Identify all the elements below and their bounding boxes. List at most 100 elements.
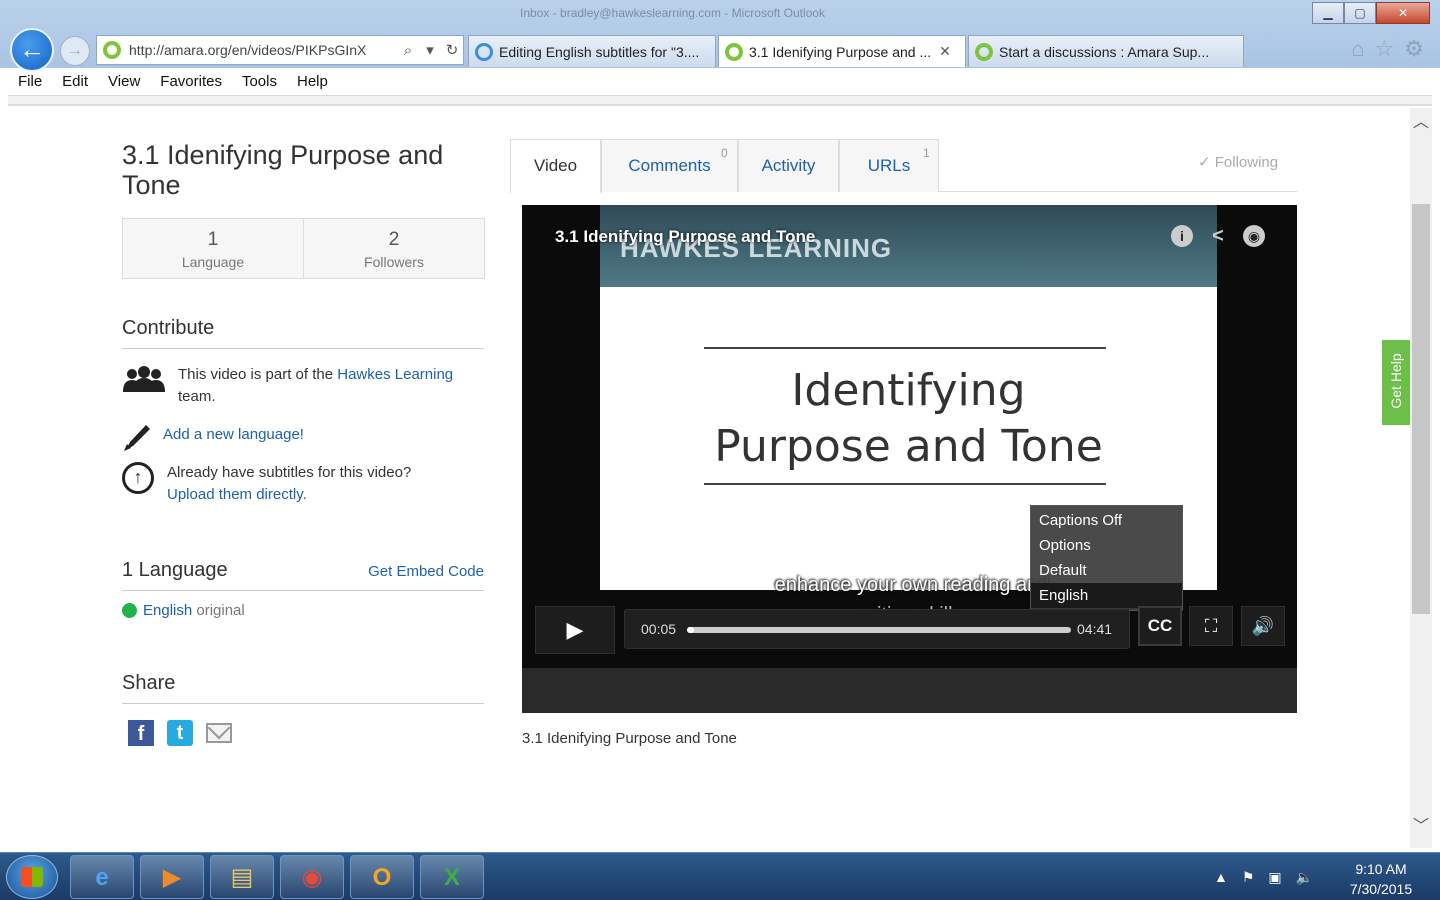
address-bar[interactable]: http://amara.org/en/videos/PIKPsGInX ⌕ ▾… [96, 35, 464, 65]
closed-captions-button[interactable]: CC [1138, 606, 1182, 646]
following-button[interactable]: ✓ Following [1198, 153, 1278, 171]
slide-title-line1: Identifying [791, 365, 1026, 416]
play-button[interactable]: ▶ [535, 606, 615, 654]
page-title: 3.1 Idenifying Purpose and Tone [122, 140, 444, 200]
stat-followers[interactable]: 2 Followers [303, 219, 484, 278]
upload-icon: ↑ [122, 462, 154, 494]
minimize-button[interactable]: ▁ [1312, 2, 1344, 24]
current-time: 00:05 [641, 621, 677, 637]
star-icon[interactable]: ☆ [1375, 36, 1395, 62]
team-link[interactable]: Hawkes Learning [337, 366, 453, 383]
window-title: Inbox - bradley@hawkeslearning.com - Mic… [520, 6, 825, 20]
dropdown-arrow-icon[interactable]: ▾ [419, 41, 441, 59]
gear-icon[interactable]: ⚙ [1404, 36, 1424, 62]
facebook-icon[interactable]: f [128, 720, 154, 746]
menu-edit[interactable]: Edit [52, 73, 98, 90]
tray-expand-icon[interactable]: ▲ [1214, 869, 1228, 885]
progress-track[interactable] [687, 627, 1071, 633]
menu-help[interactable]: Help [287, 73, 338, 90]
add-language-link[interactable]: Add a new language! [163, 424, 304, 446]
tab-video[interactable]: Video [510, 139, 601, 193]
outlook-icon[interactable]: O [350, 855, 414, 899]
menu-tools[interactable]: Tools [232, 73, 287, 90]
window-controls: ▁ ▢ ✕ [1312, 2, 1430, 24]
player-controls: ▶ 00:05 04:41 CC ⛶ 🔊 [522, 600, 1297, 662]
menu-bar: File Edit View Favorites Tools Help [8, 68, 1432, 96]
internet-explorer-icon[interactable]: e [70, 855, 134, 899]
share-icon[interactable]: < [1207, 225, 1229, 247]
close-window-button[interactable]: ✕ [1376, 2, 1430, 24]
address-url[interactable]: http://amara.org/en/videos/PIKPsGInX [129, 42, 397, 58]
fullscreen-icon[interactable]: ⛶ [1189, 606, 1233, 646]
tab-urls[interactable]: URLs 1 [839, 139, 939, 192]
volume-tray-icon[interactable]: 🔈 [1296, 869, 1313, 886]
tab-label: Editing English subtitles for "3.... [499, 43, 700, 60]
captions-options-option[interactable]: Options [1031, 533, 1182, 558]
tab-label: Start a discussions : Amara Sup... [999, 43, 1210, 60]
tab-comments[interactable]: Comments 0 [601, 139, 738, 192]
get-help-button[interactable]: Get Help [1382, 340, 1410, 425]
system-clock[interactable]: 9:10 AM 7/30/2015 [1340, 859, 1422, 899]
back-button[interactable]: ← [10, 28, 54, 72]
excel-icon[interactable]: X [420, 855, 484, 899]
player-title: 3.1 Idenifying Purpose and Tone [555, 227, 816, 246]
scroll-down-icon[interactable]: ﹀ [1413, 812, 1429, 836]
upload-link[interactable]: Upload them directly. [167, 484, 307, 506]
file-explorer-icon[interactable]: ▤ [210, 855, 274, 899]
comments-count: 0 [721, 146, 728, 160]
twitter-icon[interactable]: t [167, 720, 193, 746]
amara-icon [725, 42, 743, 61]
player-top-icons: i < ◉ [1171, 225, 1265, 247]
language-item: English original [122, 602, 245, 619]
slide-divider [704, 347, 1106, 349]
tab-label: Activity [761, 156, 816, 175]
stat-languages[interactable]: 1 Language [123, 219, 303, 278]
tab-activity[interactable]: Activity [738, 139, 839, 192]
action-center-flag-icon[interactable]: ⚑ [1242, 869, 1255, 886]
get-embed-code-link[interactable]: Get Embed Code [368, 563, 484, 580]
contribute-heading: Contribute [122, 317, 484, 349]
amara-icon [975, 42, 993, 61]
language-link[interactable]: English [143, 602, 192, 619]
maximize-button[interactable]: ▢ [1344, 2, 1376, 24]
start-button[interactable] [6, 855, 58, 899]
add-language-row: Add a new language! [122, 424, 484, 454]
search-icon[interactable]: ⌕ [397, 42, 419, 59]
captions-off-option[interactable]: Captions Off [1031, 508, 1182, 533]
menu-view[interactable]: View [98, 73, 150, 90]
forward-button[interactable]: → [60, 36, 90, 66]
language-note: original [192, 602, 245, 619]
ie-icon [475, 42, 493, 61]
email-icon[interactable] [206, 723, 232, 743]
system-tray: ▲ ⚑ ▣ 🔈 [1214, 853, 1313, 900]
scroll-up-icon[interactable]: ︿ [1413, 108, 1429, 132]
captions-menu: Captions Off Options Default English [1030, 505, 1183, 611]
menu-favorites[interactable]: Favorites [150, 73, 232, 90]
video-player[interactable]: HAWKES LEARNING Identifying Purpose and … [522, 205, 1297, 713]
menu-file[interactable]: File [8, 73, 52, 90]
stat-label: Followers [364, 254, 424, 270]
browser-toolbar-icons: ⌂ ☆ ⚙ [1351, 36, 1424, 62]
tab-label: 3.1 Idenifying Purpose and ... [749, 43, 932, 60]
video-page: 3.1 Idenifying Purpose and Tone 1 Langua… [8, 108, 1410, 848]
languages-heading: 1 Language Get Embed Code [122, 559, 484, 591]
scroll-thumb[interactable] [1412, 204, 1430, 614]
share-buttons: f t [128, 720, 232, 746]
network-icon[interactable]: ▣ [1268, 869, 1281, 886]
tab-editing-subtitles[interactable]: Editing English subtitles for "3.... [468, 35, 716, 67]
close-tab-icon[interactable]: ✕ [939, 43, 951, 60]
page-scrollbar[interactable]: ︿ ﹀ [1410, 108, 1432, 848]
tab-discussions[interactable]: Start a discussions : Amara Sup... [968, 35, 1244, 67]
embed-icon[interactable]: ◉ [1243, 225, 1265, 247]
home-icon[interactable]: ⌂ [1351, 36, 1364, 62]
player-footer [522, 668, 1297, 713]
refresh-icon[interactable]: ↻ [441, 41, 463, 59]
pen-icon [124, 425, 150, 451]
chrome-icon[interactable]: ◉ [280, 855, 344, 899]
media-player-icon[interactable]: ▶ [140, 855, 204, 899]
stat-number: 1 [207, 229, 219, 250]
volume-icon[interactable]: 🔊 [1241, 606, 1285, 646]
tab-video-page[interactable]: 3.1 Idenifying Purpose and ... ✕ [718, 35, 966, 67]
captions-default-option[interactable]: Default [1031, 558, 1182, 583]
info-icon[interactable]: i [1171, 225, 1193, 247]
